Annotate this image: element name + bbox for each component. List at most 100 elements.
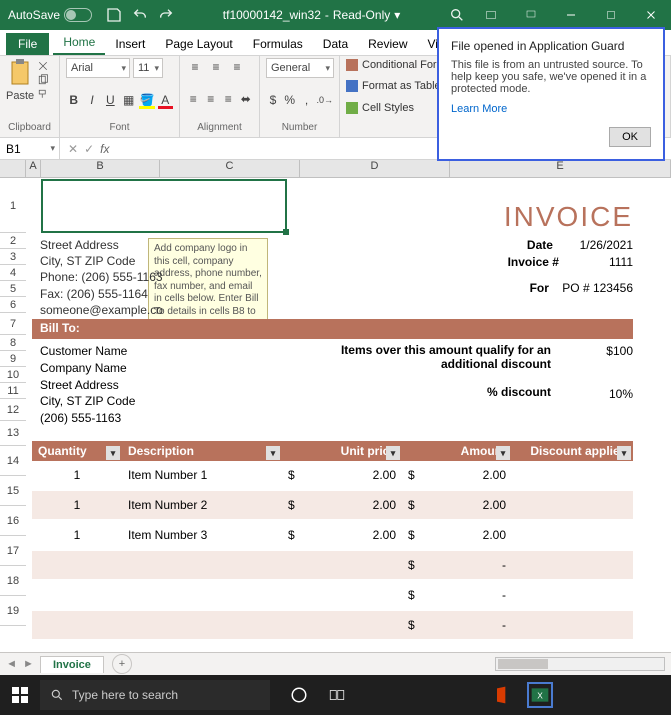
- row-header-5[interactable]: 5: [0, 281, 26, 297]
- tab-data[interactable]: Data: [313, 33, 358, 55]
- currency-icon[interactable]: $: [266, 91, 280, 109]
- enter-icon[interactable]: ✓: [84, 142, 94, 156]
- row-header-16[interactable]: 16: [0, 506, 26, 536]
- fx-icon[interactable]: fx: [100, 142, 109, 156]
- filter-icon[interactable]: ▾: [266, 446, 280, 460]
- font-size-select[interactable]: 11: [133, 58, 163, 78]
- cancel-icon[interactable]: ✕: [68, 142, 78, 156]
- autosave[interactable]: AutoSave: [0, 8, 100, 22]
- worksheet[interactable]: 12345678910111213141516171819 Add compan…: [0, 179, 671, 652]
- tab-formulas[interactable]: Formulas: [243, 33, 313, 55]
- row-header-14[interactable]: 14: [0, 446, 26, 476]
- bold-button[interactable]: B: [66, 91, 81, 109]
- fill-color-button[interactable]: 🪣: [139, 91, 154, 109]
- table-row[interactable]: 1Item Number 2$2.00$2.00: [32, 491, 633, 519]
- sheet-tab-invoice[interactable]: Invoice: [40, 656, 104, 673]
- col-header-a[interactable]: A: [26, 160, 41, 177]
- col-header-b[interactable]: B: [41, 160, 160, 177]
- format-painter-icon[interactable]: [37, 88, 49, 100]
- paste-button[interactable]: Paste: [6, 58, 34, 102]
- row-header-11[interactable]: 11: [0, 383, 26, 399]
- row-header-8[interactable]: 8: [0, 335, 26, 351]
- table-row[interactable]: $-: [32, 581, 633, 609]
- horizontal-scrollbar[interactable]: [495, 657, 665, 671]
- excel-taskbar-icon[interactable]: X: [529, 684, 551, 706]
- align-bottom-icon[interactable]: ≡: [228, 58, 246, 76]
- border-button[interactable]: ▦: [121, 91, 136, 109]
- company-address: Street Address City, ST ZIP Code Phone: …: [40, 237, 163, 318]
- tab-insert[interactable]: Insert: [105, 33, 155, 55]
- cut-icon[interactable]: [37, 60, 49, 72]
- row-header-1[interactable]: 1: [0, 179, 26, 233]
- table-row[interactable]: $-: [32, 611, 633, 639]
- filter-icon[interactable]: ▾: [386, 446, 400, 460]
- col-header-e[interactable]: E: [450, 160, 671, 177]
- table-row[interactable]: 1Item Number 3$2.00$2.00: [32, 521, 633, 549]
- minimize-button[interactable]: [551, 0, 591, 30]
- percent-icon[interactable]: %: [283, 91, 297, 109]
- row-header-4[interactable]: 4: [0, 265, 26, 281]
- row-header-2[interactable]: 2: [0, 233, 26, 249]
- row-header-13[interactable]: 13: [0, 421, 26, 446]
- align-middle-icon[interactable]: ≡: [207, 58, 225, 76]
- increase-decimal-icon[interactable]: .0→: [316, 91, 333, 109]
- table-row[interactable]: $-: [32, 551, 633, 579]
- row-header-9[interactable]: 9: [0, 351, 26, 367]
- merge-icon[interactable]: ⬌: [239, 90, 254, 108]
- add-sheet-button[interactable]: +: [112, 654, 132, 674]
- font-color-button[interactable]: A: [158, 91, 173, 109]
- cortana-icon[interactable]: [288, 684, 310, 706]
- start-button[interactable]: [0, 675, 40, 715]
- dropdown-icon[interactable]: ▾: [394, 8, 400, 22]
- office-icon[interactable]: [491, 684, 513, 706]
- filter-icon[interactable]: ▾: [617, 446, 631, 460]
- filter-icon[interactable]: ▾: [496, 446, 510, 460]
- fill-handle[interactable]: [283, 229, 289, 235]
- copy-icon[interactable]: [37, 74, 49, 86]
- row-header-19[interactable]: 19: [0, 596, 26, 626]
- tab-review[interactable]: Review: [358, 33, 417, 55]
- row-header-12[interactable]: 12: [0, 399, 26, 421]
- align-top-icon[interactable]: ≡: [186, 58, 204, 76]
- next-sheet-icon[interactable]: ►: [23, 658, 34, 670]
- task-view-icon[interactable]: [326, 684, 348, 706]
- underline-button[interactable]: U: [103, 91, 118, 109]
- taskbar-search[interactable]: Type here to search: [40, 680, 270, 710]
- align-left-icon[interactable]: ≡: [186, 90, 201, 108]
- redo-icon[interactable]: [158, 7, 174, 23]
- undo-icon[interactable]: [132, 7, 148, 23]
- autosave-toggle[interactable]: [64, 8, 92, 22]
- row-header-6[interactable]: 6: [0, 297, 26, 313]
- number-format-select[interactable]: General: [266, 58, 334, 78]
- comma-icon[interactable]: ,: [300, 91, 314, 109]
- row-header-18[interactable]: 18: [0, 566, 26, 596]
- align-right-icon[interactable]: ≡: [221, 90, 236, 108]
- prev-sheet-icon[interactable]: ◄: [6, 658, 17, 670]
- ok-button[interactable]: OK: [609, 127, 651, 147]
- col-header-d[interactable]: D: [300, 160, 450, 177]
- name-box[interactable]: B1: [0, 138, 60, 159]
- learn-more-link[interactable]: Learn More: [451, 103, 651, 115]
- row-header-10[interactable]: 10: [0, 367, 26, 383]
- row-header-3[interactable]: 3: [0, 249, 26, 265]
- row-header-15[interactable]: 15: [0, 476, 26, 506]
- tab-home[interactable]: Home: [53, 31, 105, 55]
- col-header-c[interactable]: C: [160, 160, 300, 177]
- filter-icon[interactable]: ▾: [106, 446, 120, 460]
- row-header-7[interactable]: 7: [0, 313, 26, 335]
- italic-button[interactable]: I: [84, 91, 99, 109]
- app-guard-icon[interactable]: [471, 0, 511, 30]
- font-name-select[interactable]: Arial: [66, 58, 130, 78]
- tab-page-layout[interactable]: Page Layout: [155, 33, 242, 55]
- tab-file[interactable]: File: [6, 33, 49, 55]
- select-all-corner[interactable]: [0, 160, 26, 177]
- maximize-button[interactable]: [591, 0, 631, 30]
- search-icon[interactable]: [449, 7, 465, 23]
- scroll-thumb[interactable]: [498, 659, 548, 669]
- close-button[interactable]: [631, 0, 671, 30]
- ribbon-display-icon[interactable]: [511, 0, 551, 30]
- row-header-17[interactable]: 17: [0, 536, 26, 566]
- table-row[interactable]: 1Item Number 1$2.00$2.00: [32, 461, 633, 489]
- align-center-icon[interactable]: ≡: [204, 90, 219, 108]
- save-icon[interactable]: [106, 7, 122, 23]
